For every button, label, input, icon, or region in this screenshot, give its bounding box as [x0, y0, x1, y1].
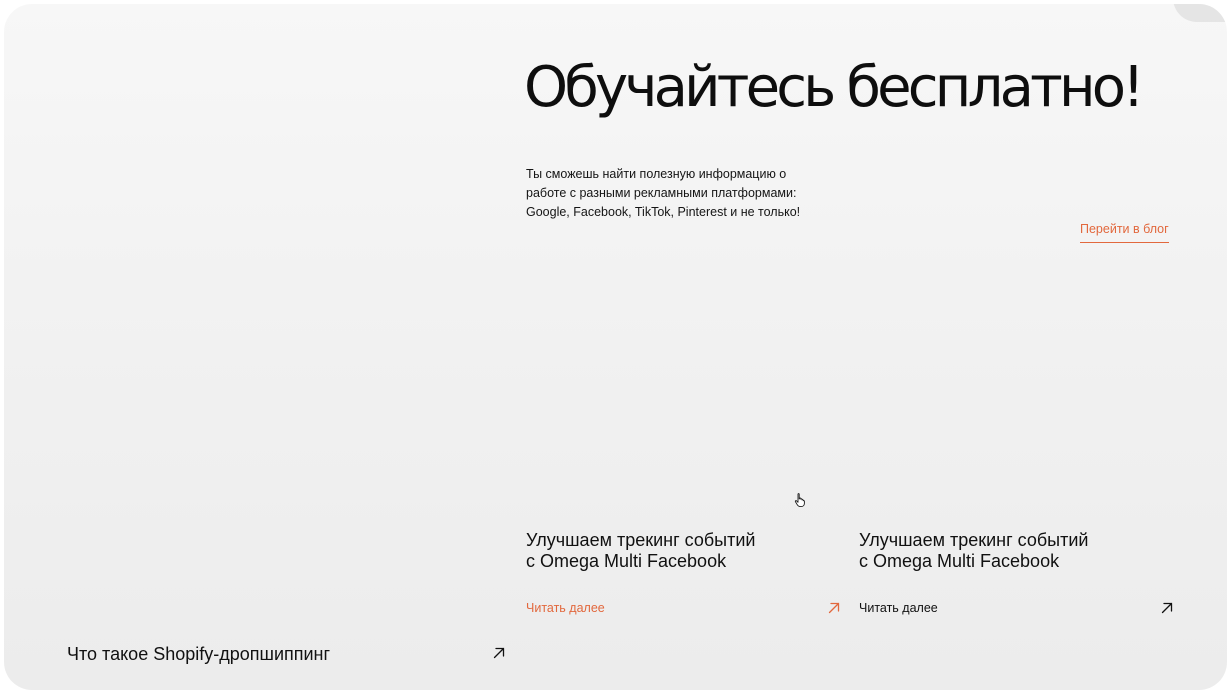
corner-shade	[1173, 4, 1227, 22]
article-card-title: Улучшаем трекинг событий с Omega Multi F…	[859, 530, 1173, 572]
hand-cursor-icon	[794, 493, 805, 508]
read-more-link[interactable]: Читать далее	[526, 601, 605, 615]
arrow-up-right-icon[interactable]	[1161, 602, 1173, 614]
article-card[interactable]: Улучшаем трекинг событий с Omega Multi F…	[526, 530, 840, 620]
go-to-blog-link[interactable]: Перейти в блог	[1080, 222, 1169, 243]
article-card-title-line: с Omega Multi Facebook	[526, 551, 727, 571]
read-more-link[interactable]: Читать далее	[859, 601, 938, 615]
hero-description: Ты сможешь найти полезную информацию о р…	[526, 167, 801, 219]
article-card-title-line: Улучшаем трекинг событий	[859, 530, 1089, 550]
arrow-up-right-icon[interactable]	[493, 647, 505, 659]
page-title: Обучайтесь бесплатно!	[524, 55, 1145, 120]
article-card-title: Улучшаем трекинг событий с Omega Multi F…	[526, 530, 840, 572]
article-card-title-line: с Omega Multi Facebook	[859, 551, 1060, 571]
article-title-shopify[interactable]: Что такое Shopify-дропшиппинг	[67, 644, 330, 665]
page-frame: Обучайтесь бесплатно! Ты сможешь найти п…	[4, 4, 1227, 690]
article-card[interactable]: Улучшаем трекинг событий с Omega Multi F…	[859, 530, 1173, 620]
article-card-title-line: Улучшаем трекинг событий	[526, 530, 756, 550]
arrow-up-right-icon[interactable]	[828, 602, 840, 614]
